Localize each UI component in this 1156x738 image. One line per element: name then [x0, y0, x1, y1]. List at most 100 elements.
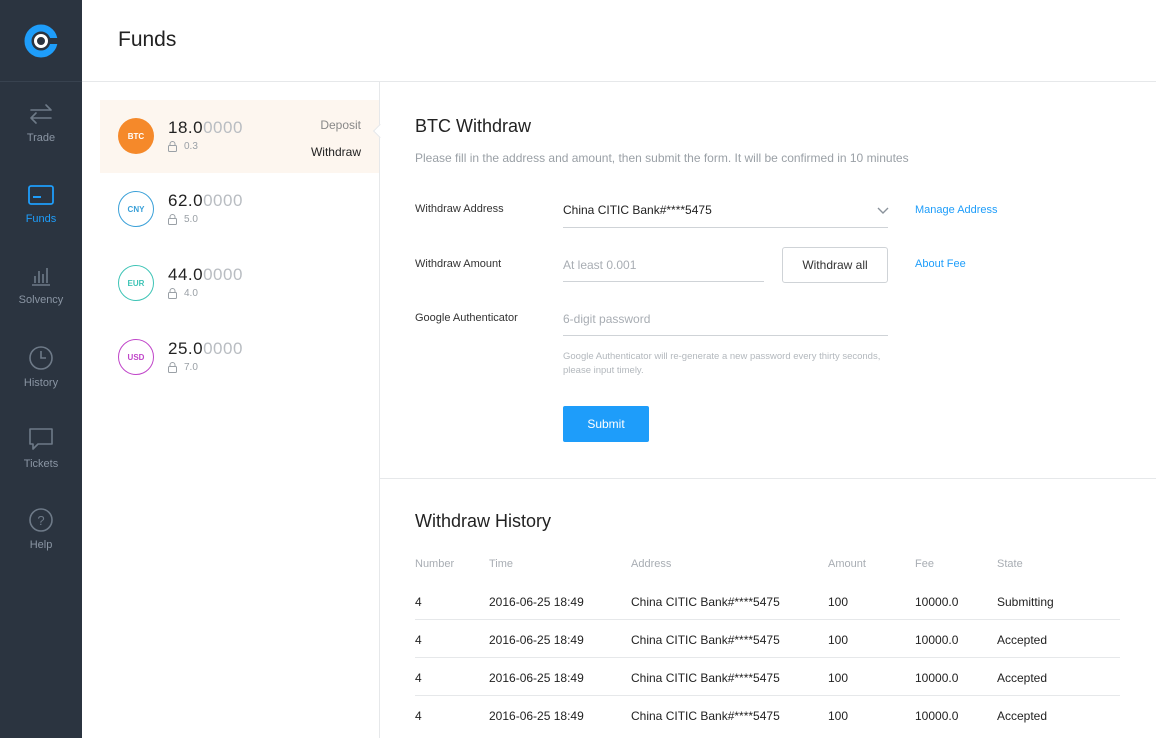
- btc-coin-icon: BTC: [118, 118, 154, 154]
- withdraw-form: BTC Withdraw Please fill in the address …: [380, 82, 1156, 479]
- cell-amount: 100: [828, 595, 849, 609]
- table-row: 4 2016-06-25 18:49 China CITIC Bank#****…: [415, 582, 1120, 620]
- cell-address: China CITIC Bank#****5475: [631, 709, 780, 723]
- asset-actions: Deposit Withdraw: [311, 118, 361, 159]
- nav-item-help[interactable]: ? Help: [0, 487, 82, 568]
- withdraw-all-button[interactable]: Withdraw all: [782, 247, 888, 283]
- form-description: Please fill in the address and amount, t…: [415, 151, 909, 165]
- arrows-icon: [30, 104, 52, 124]
- nav-item-tickets[interactable]: Tickets: [0, 406, 82, 487]
- lock-icon: [168, 214, 177, 225]
- cell-amount: 100: [828, 671, 849, 685]
- deposit-link[interactable]: Deposit: [311, 118, 361, 132]
- asset-locked: 5.0: [168, 214, 198, 225]
- asset-row-btc[interactable]: BTC 18.00000 0.3 Deposit Withdraw: [100, 100, 379, 173]
- about-fee-link[interactable]: About Fee: [915, 258, 966, 270]
- address-label: Withdraw Address: [415, 203, 504, 215]
- nav-item-solvency[interactable]: Solvency: [0, 244, 82, 325]
- amount-placeholder: At least 0.001: [563, 258, 637, 272]
- balance-tail: 0000: [203, 265, 243, 284]
- cell-state: Accepted: [997, 633, 1048, 647]
- form-title: BTC Withdraw: [415, 116, 532, 136]
- cell-address: China CITIC Bank#****5475: [631, 671, 780, 685]
- cell-number: 4: [415, 709, 422, 723]
- manage-address-link[interactable]: Manage Address: [915, 204, 998, 216]
- ga-hint: Google Authenticator will re-generate a …: [563, 351, 881, 376]
- clock-icon: [29, 346, 53, 370]
- nav-item-trade[interactable]: Trade: [0, 82, 82, 163]
- cell-state: Submitting: [997, 595, 1054, 609]
- balance-main: 62.0: [168, 191, 204, 210]
- asset-row-usd[interactable]: USD 25.00000 7.0: [100, 321, 379, 394]
- cell-state: Accepted: [997, 709, 1048, 723]
- cell-fee: 10000.0: [915, 671, 959, 685]
- usd-coin-icon: USD: [118, 339, 154, 375]
- locked-value: 5.0: [184, 214, 198, 225]
- cell-state: Accepted: [997, 671, 1048, 685]
- address-value: China CITIC Bank#****5475: [563, 203, 712, 217]
- locked-value: 7.0: [184, 362, 198, 373]
- asset-balance: 44.00000: [168, 265, 243, 285]
- cell-time: 2016-06-25 18:49: [489, 633, 584, 647]
- column-header-state: State: [997, 558, 1023, 570]
- cell-number: 4: [415, 633, 422, 647]
- history-title: Withdraw History: [415, 511, 552, 531]
- chevron-down-icon: [877, 207, 889, 214]
- svg-text:?: ?: [37, 513, 44, 528]
- asset-balance: 25.00000: [168, 339, 243, 359]
- cell-address: China CITIC Bank#****5475: [631, 633, 780, 647]
- cell-amount: 100: [828, 633, 849, 647]
- cell-time: 2016-06-25 18:49: [489, 595, 584, 609]
- asset-balance: 18.00000: [168, 118, 243, 138]
- ga-label: Google Authenticator: [415, 312, 518, 324]
- cell-address: China CITIC Bank#****5475: [631, 595, 780, 609]
- eur-coin-icon: EUR: [118, 265, 154, 301]
- wallet-icon: [28, 185, 54, 205]
- amount-underline: [563, 281, 764, 282]
- ga-placeholder: 6-digit password: [563, 312, 651, 326]
- column-header-time: Time: [489, 558, 514, 570]
- column-header-amount: Amount: [828, 558, 866, 570]
- asset-balance: 62.00000: [168, 191, 243, 211]
- cell-number: 4: [415, 671, 422, 685]
- table-row: 4 2016-06-25 18:49 China CITIC Bank#****…: [415, 620, 1120, 658]
- nav-item-funds[interactable]: Funds: [0, 163, 82, 244]
- column-header-fee: Fee: [915, 558, 934, 570]
- asset-row-cny[interactable]: CNY 62.00000 5.0: [100, 173, 379, 246]
- balance-tail: 0000: [203, 118, 243, 137]
- withdraw-link[interactable]: Withdraw: [311, 145, 361, 159]
- balance-main: 44.0: [168, 265, 204, 284]
- locked-value: 0.3: [184, 141, 198, 152]
- sidebar: Trade Funds Solvency History Tickets ? H…: [0, 0, 82, 738]
- asset-locked: 7.0: [168, 362, 198, 373]
- balance-tail: 0000: [203, 191, 243, 210]
- lock-icon: [168, 362, 177, 373]
- cell-fee: 10000.0: [915, 633, 959, 647]
- balance-main: 25.0: [168, 339, 204, 358]
- table-row: 4 2016-06-25 18:49 China CITIC Bank#****…: [415, 696, 1120, 734]
- cell-fee: 10000.0: [915, 595, 959, 609]
- amount-label: Withdraw Amount: [415, 258, 502, 270]
- column-header-number: Number: [415, 558, 455, 570]
- cny-coin-icon: CNY: [118, 191, 154, 227]
- cell-amount: 100: [828, 709, 849, 723]
- bar-chart-icon: [32, 268, 50, 286]
- balance-tail: 0000: [203, 339, 243, 358]
- lock-icon: [168, 141, 177, 152]
- asset-locked: 4.0: [168, 288, 198, 299]
- nav-label-tickets: Tickets: [23, 458, 59, 470]
- table-row: 4 2016-06-25 18:49 China CITIC Bank#****…: [415, 658, 1120, 696]
- nav-label-help: Help: [29, 539, 53, 551]
- balance-main: 18.0: [168, 118, 204, 137]
- nav-item-history[interactable]: History: [0, 325, 82, 406]
- nav-label-solvency: Solvency: [18, 294, 64, 306]
- nav-label-trade: Trade: [26, 132, 56, 144]
- locked-value: 4.0: [184, 288, 198, 299]
- logo-icon: [24, 24, 58, 57]
- submit-button[interactable]: Submit: [563, 406, 649, 442]
- cell-fee: 10000.0: [915, 709, 959, 723]
- app-logo[interactable]: [0, 0, 82, 82]
- asset-row-eur[interactable]: EUR 44.00000 4.0: [100, 247, 379, 320]
- header: Funds: [82, 0, 1156, 82]
- cell-time: 2016-06-25 18:49: [489, 671, 584, 685]
